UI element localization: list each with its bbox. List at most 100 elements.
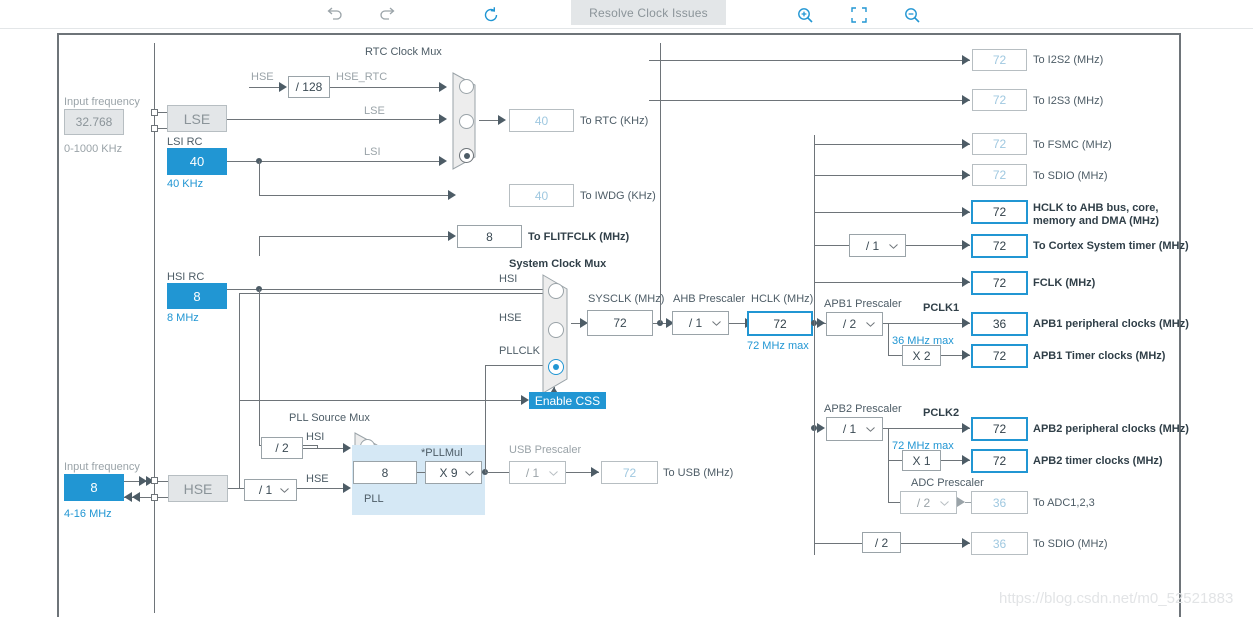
wire-rtc-mux-out (479, 120, 498, 121)
lsi-title: LSI RC (167, 136, 203, 148)
hse-input-frequency-label: Input frequency (64, 461, 140, 473)
wire-sdio-apb2-h (814, 543, 862, 544)
arrow-flitf (448, 231, 456, 241)
arrow-apb1-in (817, 318, 825, 328)
hclk-field: 72 (747, 311, 813, 336)
pll-hsi-divider-box: / 2 (261, 437, 303, 459)
hse-oscillator-box[interactable]: HSE (168, 475, 228, 502)
wire-lse-pin-top (158, 112, 167, 113)
hsi-value-field: 8 (167, 283, 227, 309)
wire-pllclk-to-sys-mux (485, 365, 545, 366)
wire-apb2-timer-v (888, 428, 889, 460)
wire-flitf-v (259, 236, 260, 256)
pclk2-label: PCLK2 (923, 407, 960, 419)
redo-icon (380, 7, 395, 20)
apb1-timer-multiplier-box: X 2 (902, 345, 941, 366)
sdio-ahb-label: To SDIO (MHz) (1033, 170, 1108, 182)
arrow-pll-mux-hse (343, 483, 351, 493)
i2s3-field: 72 (972, 89, 1027, 111)
sys-mux-radio-pllclk[interactable] (548, 359, 564, 375)
zoom-out-button[interactable] (898, 0, 926, 29)
fsmc-label: To FSMC (MHz) (1033, 139, 1112, 151)
hclk-title: HCLK (MHz) (751, 293, 814, 305)
chevron-down-icon (712, 321, 721, 326)
wire-sdio-apb2-v (814, 323, 815, 543)
wire-apb2-to-periph (883, 428, 970, 429)
arrow-lsi-to-rtc-mux (439, 156, 447, 166)
rtc-mux-radio-lse[interactable] (459, 114, 474, 129)
wire-lsi-branch-v (259, 161, 260, 195)
fsmc-field: 72 (972, 133, 1027, 155)
arrow-hse-out-b (132, 492, 140, 502)
apb2-timer-field: 72 (971, 449, 1028, 473)
hse-rtc-divider-box: / 128 (288, 76, 330, 98)
arrow-cortex (962, 240, 970, 250)
wire-apb2-timer-h (888, 460, 902, 461)
apb2-prescaler-select[interactable]: / 1 (826, 417, 883, 441)
arrow-hse-out-a (124, 492, 132, 502)
flitf-output-label: To FLITFCLK (MHz) (528, 231, 630, 243)
wire-apb1-to-periph (883, 323, 970, 324)
resolve-clock-issues-button[interactable]: Resolve Clock Issues (571, 0, 726, 25)
reset-button[interactable] (477, 0, 505, 29)
wire-cortex-out (906, 245, 970, 246)
i2s2-label: To I2S2 (MHz) (1033, 54, 1104, 66)
wire-hse-css-h (239, 400, 521, 401)
clock-tree-diagram: Input frequency 32.768 0-1000 KHz LSE LS… (59, 35, 1189, 619)
wire-sdio-ahb (814, 175, 970, 176)
lse-input-frequency-field[interactable]: 32.768 (64, 109, 124, 135)
wire-lse-to-rtc-mux (227, 119, 439, 120)
rtc-mux-radio-lsi[interactable] (459, 148, 474, 163)
clock-configuration-canvas[interactable]: Input frequency 32.768 0-1000 KHz LSE LS… (57, 33, 1189, 619)
wire-adc-v (888, 460, 889, 502)
arrow-sdio-ahb (962, 170, 970, 180)
ahb-prescaler-select[interactable]: / 1 (672, 311, 729, 335)
pll-mux-input-hsi-label: HSI (306, 431, 325, 443)
arrow-lse-to-rtc-mux (439, 114, 447, 124)
apb1-prescaler-select[interactable]: / 2 (826, 312, 883, 336)
chevron-down-icon (465, 470, 474, 476)
ahb-prescaler-title: AHB Prescaler (673, 293, 746, 305)
undo-button[interactable] (320, 0, 348, 29)
sys-mux-radio-hse[interactable] (548, 322, 564, 338)
adc-prescaler-select[interactable]: / 2 (900, 491, 957, 514)
usb-prescaler-select[interactable]: / 1 (509, 461, 566, 484)
cortex-prescaler-select[interactable]: / 1 (849, 234, 906, 257)
pll-source-mux-title: PLL Source Mux (289, 412, 370, 424)
hse-input-frequency-field[interactable]: 8 (64, 474, 124, 501)
arrow-adc-out (957, 497, 965, 507)
apb2-timer-multiplier-box: X 1 (902, 450, 941, 471)
redo-button[interactable] (374, 0, 402, 29)
apb1-timer-field: 72 (971, 344, 1028, 368)
arrow-div128-in (279, 82, 287, 92)
zoom-in-button[interactable] (791, 0, 819, 29)
wire-hsi-down (259, 289, 260, 445)
pllmul-select[interactable]: X 9 (425, 461, 482, 484)
lsi-value-field[interactable]: 40 (167, 148, 227, 175)
hse-divider-select[interactable]: / 1 (244, 479, 297, 501)
fit-to-screen-button[interactable] (845, 0, 873, 29)
arrow-apb1-timer (962, 350, 970, 360)
wire-hsi-to-sys-mux (227, 289, 545, 290)
arrow-fsmc (962, 139, 970, 149)
usb-label: To USB (MHz) (663, 467, 734, 479)
wire-sdio-apb2-out (901, 543, 970, 544)
apb1-timer-label: APB1 Timer clocks (MHz) (1033, 350, 1166, 362)
rtc-mux-input-lsi-label: LSI (364, 146, 381, 158)
rtc-mux-radio-hse[interactable] (459, 79, 474, 94)
usb-field: 72 (601, 461, 658, 484)
lse-oscillator-box[interactable]: LSE (167, 105, 227, 132)
hse-rtc-output-label: HSE_RTC (336, 71, 388, 83)
lse-pin-top (151, 109, 158, 116)
enable-css-button[interactable]: Enable CSS (529, 392, 606, 409)
wire-hse-to-div128 (249, 87, 279, 88)
sys-mux-radio-hsi[interactable] (548, 283, 564, 299)
apb2-prescaler-title: APB2 Prescaler (824, 403, 902, 415)
wire-div128-to-rtc-mux (330, 87, 439, 88)
wire-flitf-h (259, 236, 448, 237)
hse-pin-bottom (151, 494, 158, 501)
iwdg-output-field: 40 (509, 184, 574, 207)
arrow-pll-mux-hsi (343, 443, 351, 453)
pclk1-label: PCLK1 (923, 302, 960, 314)
wire-hclk-ahb (814, 212, 970, 213)
